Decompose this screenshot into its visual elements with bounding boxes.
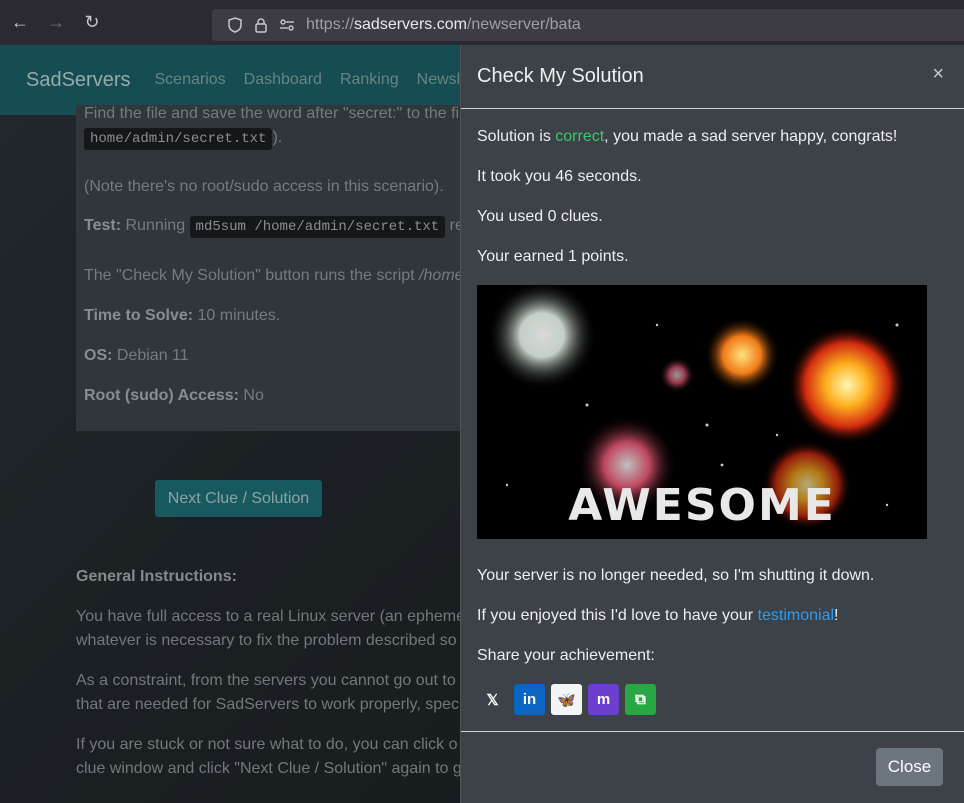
url-text[interactable]: https://sadservers.com/newserver/bata — [306, 16, 581, 34]
solution-status: correct — [555, 128, 605, 145]
close-button[interactable]: Close — [876, 748, 943, 786]
modal-title: Check My Solution — [477, 65, 644, 87]
check-solution-modal: Check My Solution × Solution is correct,… — [460, 45, 964, 803]
text: Solution is — [477, 128, 556, 145]
share-mastodon-button[interactable]: m — [588, 684, 619, 715]
shield-icon[interactable] — [222, 17, 248, 33]
modal-header: Check My Solution × — [461, 45, 964, 109]
linkedin-logo-icon: in — [522, 691, 537, 708]
text: , you made a sad server happy, congrats! — [604, 128, 898, 145]
solution-result: Solution is correct, you made a sad serv… — [477, 128, 897, 146]
clues-used: You used 0 clues. — [477, 208, 603, 225]
time-taken: It took you 46 seconds. — [477, 168, 642, 185]
modal-footer-divider — [461, 731, 964, 732]
awesome-text: AWESOME — [568, 480, 836, 531]
share-label: Share your achievement: — [477, 647, 655, 664]
shutdown-notice: Your server is no longer needed, so I'm … — [477, 567, 875, 584]
close-icon[interactable]: × — [932, 63, 944, 86]
address-bar[interactable]: https://sadservers.com/newserver/bata — [212, 9, 964, 41]
mastodon-logo-icon: m — [596, 691, 611, 708]
points-earned: Your earned 1 points. — [477, 248, 629, 265]
permissions-icon[interactable] — [274, 19, 300, 31]
lock-icon[interactable] — [248, 17, 274, 33]
testimonial-line: If you enjoyed this I'd love to have you… — [477, 607, 839, 625]
bluesky-logo-icon: 🦋 — [557, 691, 576, 709]
x-logo-icon: 𝕏 — [486, 691, 499, 709]
fireworks-image: AWESOME — [477, 285, 927, 539]
share-bluesky-button[interactable]: 🦋 — [551, 684, 582, 715]
share-x-button[interactable]: 𝕏 — [477, 684, 508, 715]
copy-icon: ⧉ — [635, 691, 646, 708]
text: If you enjoyed this I'd love to have you… — [477, 607, 758, 624]
share-linkedin-button[interactable]: in — [514, 684, 545, 715]
fireworks-graphic: AWESOME — [487, 285, 907, 531]
browser-toolbar: ← → ↻ https://sadservers.com/newserver/b… — [0, 0, 964, 45]
back-icon[interactable]: ← — [2, 5, 38, 41]
copy-link-button[interactable]: ⧉ — [625, 684, 656, 715]
text: ! — [834, 607, 839, 624]
share-buttons: 𝕏 in 🦋 m ⧉ — [477, 684, 656, 715]
testimonial-link[interactable]: testimonial — [758, 607, 834, 624]
forward-icon[interactable]: → — [38, 5, 74, 41]
reload-icon[interactable]: ↻ — [74, 5, 110, 41]
